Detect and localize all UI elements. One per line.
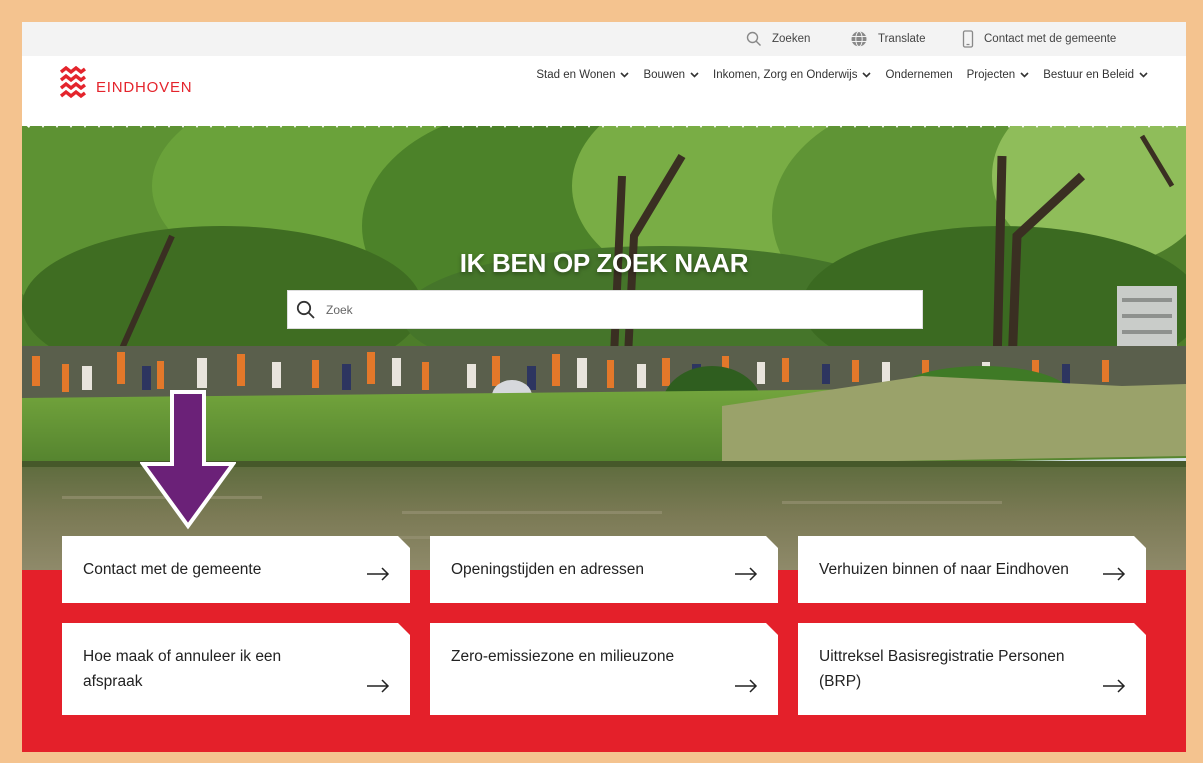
nav-item-label: Bestuur en Beleid <box>1043 69 1134 81</box>
main-nav: Stad en Wonen Bouwen Inkomen, Zorg en On… <box>522 69 1148 81</box>
nav-item-stad-en-wonen[interactable]: Stad en Wonen <box>536 69 630 81</box>
chevron-down-icon <box>1020 72 1029 78</box>
contact-link-label: Contact met de gemeente <box>984 33 1117 45</box>
translate-link-label: Translate <box>878 33 926 45</box>
search-link-label: Zoeken <box>772 33 811 45</box>
card-label: Zero-emissiezone en milieuzone <box>451 648 675 665</box>
hero-title: IK BEN OP ZOEK NAAR <box>459 248 749 278</box>
nav-item-bestuur-en-beleid[interactable]: Bestuur en Beleid <box>1043 69 1148 81</box>
arrow-right-icon <box>1102 679 1126 693</box>
arrow-right-icon <box>366 567 390 581</box>
contact-link[interactable]: Contact met de gemeente <box>962 22 1116 56</box>
nav-item-ondernemen[interactable]: Ondernemen <box>885 69 952 81</box>
nav-item-label: Bouwen <box>643 69 686 81</box>
card-contact-met-de-gemeente[interactable]: Contact met de gemeente <box>62 536 410 603</box>
search-input[interactable] <box>326 302 906 317</box>
logo-text: EINDHOVEN <box>96 79 193 96</box>
card-openingstijden-en-adressen[interactable]: Openingstijden en adressen <box>430 536 778 603</box>
search-icon <box>746 31 762 47</box>
card-label: Contact met de gemeente <box>83 561 262 578</box>
eindhoven-logo[interactable]: EINDHOVEN <box>59 65 193 109</box>
chevron-down-icon <box>1139 72 1148 78</box>
globe-icon <box>850 30 868 48</box>
nav-item-label: Inkomen, Zorg en Onderwijs <box>713 69 858 81</box>
card-label: Hoe maak of annuleer ik een afspraak <box>83 648 282 690</box>
website-page: Zoeken Translate Contact met de gemeente <box>22 22 1186 752</box>
search-link[interactable]: Zoeken <box>746 22 810 56</box>
nav-item-projecten[interactable]: Projecten <box>967 69 1030 81</box>
translate-link[interactable]: Translate <box>850 22 926 56</box>
card-label: Verhuizen binnen of naar Eindhoven <box>819 561 1069 578</box>
eindhoven-logo-icon <box>59 65 87 109</box>
search-box[interactable] <box>287 290 923 329</box>
nav-item-bouwen[interactable]: Bouwen <box>643 69 699 81</box>
utility-bar: Zoeken Translate Contact met de gemeente <box>22 22 1186 56</box>
chevron-down-icon <box>862 72 872 78</box>
card-afspraak[interactable]: Hoe maak of annuleer ik een afspraak <box>62 623 410 715</box>
arrow-right-icon <box>734 567 758 581</box>
card-label: Uittreksel Basisregistratie Personen (BR… <box>819 648 1065 690</box>
phone-icon <box>962 30 974 48</box>
nav-item-label: Ondernemen <box>885 69 953 81</box>
card-uittreksel-brp[interactable]: Uittreksel Basisregistratie Personen (BR… <box>798 623 1146 715</box>
card-zero-emissiezone[interactable]: Zero-emissiezone en milieuzone <box>430 623 778 715</box>
card-verhuizen[interactable]: Verhuizen binnen of naar Eindhoven <box>798 536 1146 603</box>
chevron-down-icon <box>690 72 699 78</box>
search-icon <box>296 300 316 320</box>
nav-item-label: Projecten <box>966 69 1016 81</box>
arrow-right-icon <box>366 679 390 693</box>
arrow-right-icon <box>1102 567 1126 581</box>
chevron-down-icon <box>620 72 630 78</box>
nav-item-label: Stad en Wonen <box>536 69 616 81</box>
nav-item-inkomen-zorg-onderwijs[interactable]: Inkomen, Zorg en Onderwijs <box>713 69 872 81</box>
main-header: EINDHOVEN Stad en Wonen Bouwen Inkomen, … <box>22 56 1186 126</box>
arrow-right-icon <box>734 679 758 693</box>
annotation-arrow-icon <box>140 390 236 530</box>
card-label: Openingstijden en adressen <box>451 561 645 578</box>
